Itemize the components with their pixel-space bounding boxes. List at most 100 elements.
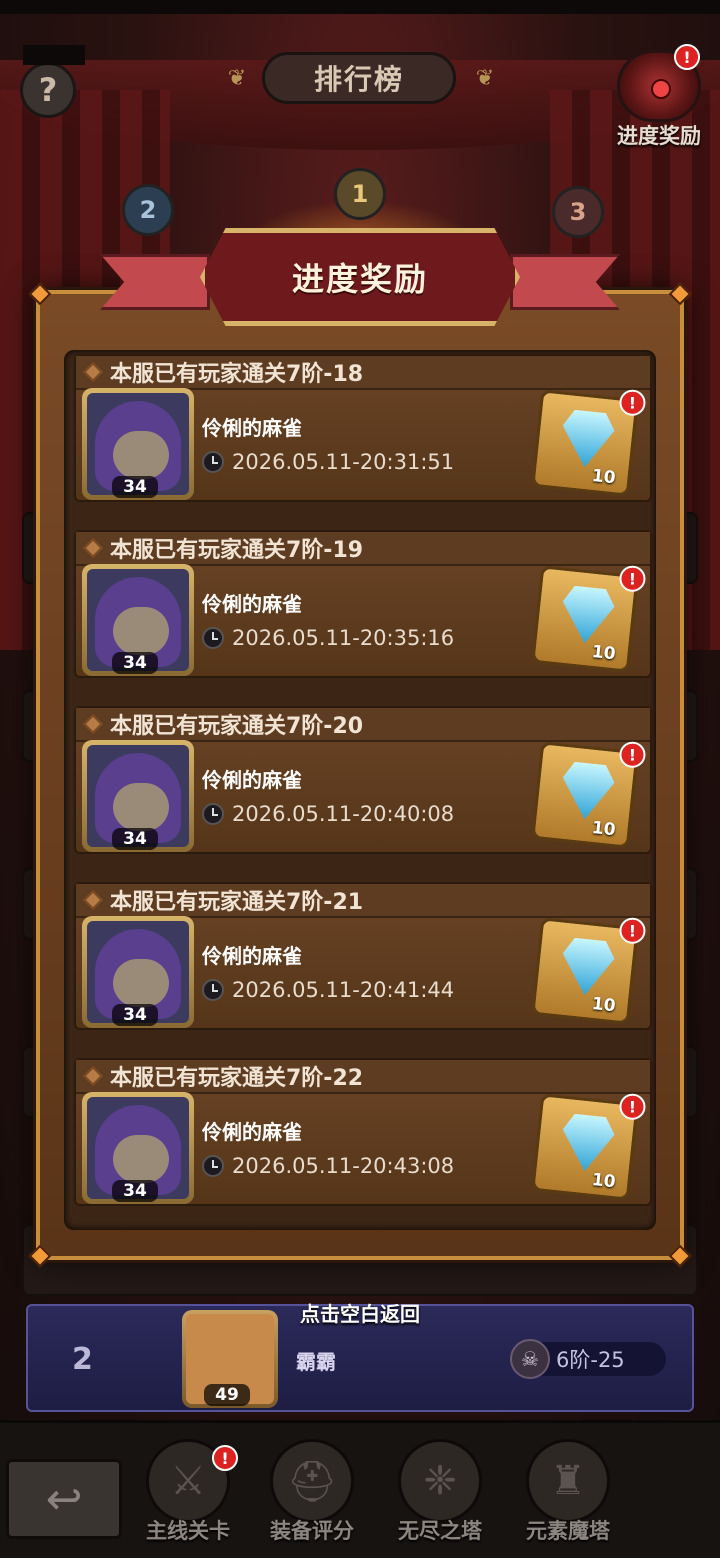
helmet-icon: ⛑: [270, 1439, 354, 1523]
time-row: 2026.05.11-20:40:08: [202, 802, 454, 826]
player-name: 伶俐的麻雀: [202, 1120, 302, 1144]
progress-reward-label: 进度奖励: [617, 124, 701, 148]
player-avatar[interactable]: 34: [82, 564, 194, 676]
record-card: 本服已有玩家通关7阶-18 34 伶俐的麻雀 2026.05.11-20:31:…: [74, 354, 652, 502]
tap-to-return-hint[interactable]: 点击空白返回: [0, 1298, 720, 1327]
progress-reward-button[interactable]: ! 进度奖励: [604, 44, 714, 150]
record-header: 本服已有玩家通关7阶-21: [76, 884, 650, 918]
face-shape: [113, 959, 169, 1007]
diamond-reward-button[interactable]: 10 !: [531, 917, 646, 1025]
help-button[interactable]: ?: [20, 45, 85, 118]
alert-badge: !: [619, 565, 646, 592]
record-list[interactable]: 本服已有玩家通关7阶-18 34 伶俐的麻雀 2026.05.11-20:31:…: [64, 350, 656, 1230]
my-level: 49: [204, 1384, 250, 1406]
record-title: 本服已有玩家通关7阶-22: [110, 1066, 364, 1091]
nav-label: 主线关卡: [146, 1519, 230, 1543]
record-card: 本服已有玩家通关7阶-19 34 伶俐的麻雀 2026.05.11-20:35:…: [74, 530, 652, 678]
tower-icon: ♜: [526, 1439, 610, 1523]
record-header: 本服已有玩家通关7阶-19: [76, 532, 650, 566]
player-level: 34: [112, 1004, 158, 1026]
diamond-icon: [559, 409, 617, 470]
time-row: 2026.05.11-20:41:44: [202, 978, 454, 1002]
diamond-bullet-icon: [83, 1066, 103, 1086]
player-level: 34: [112, 1180, 158, 1202]
clock-icon: [202, 803, 224, 825]
nav-label: 无尽之塔: [398, 1519, 482, 1543]
record-title: 本服已有玩家通关7阶-19: [110, 538, 364, 563]
reward-count: 10: [590, 465, 617, 489]
player-avatar[interactable]: 34: [82, 740, 194, 852]
nav-main-stage[interactable]: ⚔ ! 主线关卡: [128, 1439, 248, 1557]
time-row: 2026.05.11-20:31:51: [202, 450, 454, 474]
face-shape: [113, 431, 169, 479]
nav-label: 元素魔塔: [526, 1519, 610, 1543]
clock-icon: [202, 451, 224, 473]
alert-badge: !: [619, 917, 646, 944]
modal-title: 进度奖励: [291, 260, 428, 298]
player-name: 伶俐的麻雀: [202, 768, 302, 792]
record-time: 2026.05.11-20:41:44: [232, 978, 455, 1002]
back-button[interactable]: ↩: [6, 1459, 122, 1539]
time-row: 2026.05.11-20:35:16: [202, 626, 454, 650]
diamond-icon: [559, 585, 617, 646]
diamond-reward-button[interactable]: 10 !: [531, 741, 646, 849]
reward-count: 10: [590, 993, 617, 1017]
back-arrow-icon: ↩: [45, 1473, 83, 1525]
face-shape: [113, 607, 169, 655]
record-header: 本服已有玩家通关7阶-18: [76, 356, 650, 390]
nav-equipment-score[interactable]: ⛑ 装备评分: [252, 1439, 372, 1557]
nav-element-tower[interactable]: ♜ 元素魔塔: [508, 1439, 628, 1557]
record-time: 2026.05.11-20:31:51: [232, 450, 455, 474]
my-name: 霸霸: [296, 1350, 336, 1374]
alert-badge: !: [619, 389, 646, 416]
diamond-bullet-icon: [83, 714, 103, 734]
alert-badge: !: [212, 1445, 238, 1471]
record-time: 2026.05.11-20:40:08: [232, 802, 455, 826]
rank-1-badge: 1: [334, 168, 386, 220]
player-level: 34: [112, 828, 158, 850]
face-shape: [113, 783, 169, 831]
diamond-reward-button[interactable]: 10 !: [531, 565, 646, 673]
player-level: 34: [112, 652, 158, 674]
face-shape: [113, 1135, 169, 1183]
player-name: 伶俐的麻雀: [202, 592, 302, 616]
record-header: 本服已有玩家通关7阶-22: [76, 1060, 650, 1094]
record-card: 本服已有玩家通关7阶-21 34 伶俐的麻雀 2026.05.11-20:41:…: [74, 882, 652, 1030]
player-avatar[interactable]: 34: [82, 388, 194, 500]
player-avatar[interactable]: 34: [82, 916, 194, 1028]
banner-plate: 进度奖励: [200, 228, 520, 326]
diamond-icon: [559, 937, 617, 998]
top-strip: [0, 0, 720, 14]
clock-icon: [202, 627, 224, 649]
diamond-bullet-icon: [83, 362, 103, 382]
question-icon: ?: [38, 71, 58, 109]
my-stage-pill: ☠ 6阶-25: [510, 1339, 666, 1379]
player-avatar[interactable]: 34: [82, 1092, 194, 1204]
chest-lock-icon: [651, 79, 671, 99]
ornament-right-icon: ❦: [475, 66, 495, 91]
nav-label: 装备评分: [270, 1519, 354, 1543]
diamond-reward-button[interactable]: 10 !: [531, 389, 646, 497]
record-card: 本服已有玩家通关7阶-20 34 伶俐的麻雀 2026.05.11-20:40:…: [74, 706, 652, 854]
clock-icon: [202, 1155, 224, 1177]
record-card: 本服已有玩家通关7阶-22 34 伶俐的麻雀 2026.05.11-20:43:…: [74, 1058, 652, 1206]
alert-badge: !: [674, 44, 700, 70]
crystal-icon: ❈: [398, 1439, 482, 1523]
ornament-left-icon: ❦: [227, 66, 247, 91]
player-level: 34: [112, 476, 158, 498]
modal-banner: 进度奖励: [100, 228, 620, 328]
clock-icon: [202, 979, 224, 1001]
time-row: 2026.05.11-20:43:08: [202, 1154, 454, 1178]
record-time: 2026.05.11-20:43:08: [232, 1154, 455, 1178]
record-title: 本服已有玩家通关7阶-21: [110, 890, 364, 915]
diamond-icon: [559, 1113, 617, 1174]
my-rank-number: 2: [72, 1342, 93, 1377]
nav-endless-tower[interactable]: ❈ 无尽之塔: [380, 1439, 500, 1557]
alert-badge: !: [619, 741, 646, 768]
diamond-icon: [559, 761, 617, 822]
diamond-reward-button[interactable]: 10 !: [531, 1093, 646, 1201]
cat-skull-icon: ☠: [510, 1339, 550, 1379]
progress-reward-modal: 本服已有玩家通关7阶-18 34 伶俐的麻雀 2026.05.11-20:31:…: [28, 282, 692, 1268]
page-title: 排行榜: [262, 52, 456, 104]
reward-count: 10: [590, 1169, 617, 1193]
